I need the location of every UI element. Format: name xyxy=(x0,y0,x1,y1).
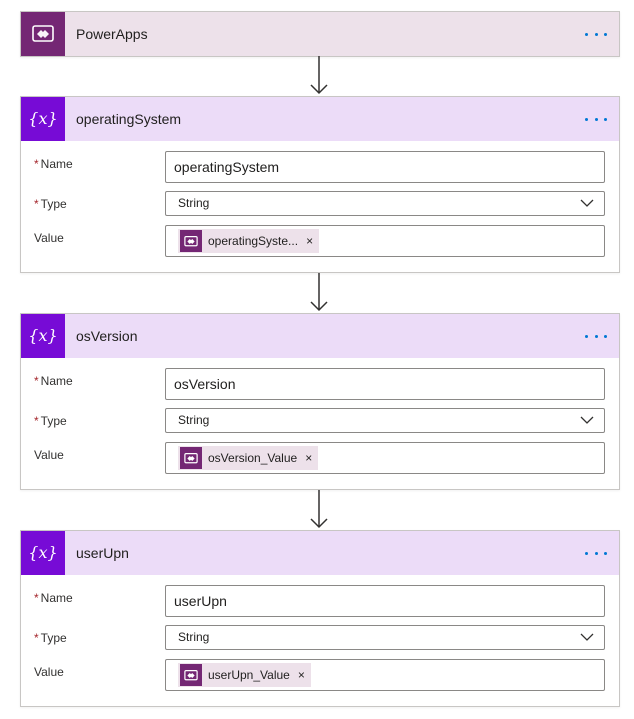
dynamic-content-token[interactable]: operatingSyste... × xyxy=(178,229,320,253)
action-card-body: * Name userUpn * Type String Value userU… xyxy=(21,575,619,706)
name-input[interactable]: osVersion xyxy=(165,368,605,400)
value-label: Value xyxy=(34,665,64,679)
name-label: * Name xyxy=(34,157,73,171)
type-dropdown[interactable]: String xyxy=(165,191,605,216)
chevron-down-icon xyxy=(580,416,594,424)
more-options-icon[interactable] xyxy=(585,543,607,563)
remove-token-icon[interactable]: × xyxy=(305,451,312,465)
more-options-icon[interactable] xyxy=(585,326,607,346)
chevron-down-icon xyxy=(580,633,594,641)
name-input[interactable]: operatingSystem xyxy=(165,151,605,183)
svg-text:{x}: {x} xyxy=(28,326,57,345)
value-input[interactable]: userUpn_Value × xyxy=(165,659,605,691)
more-options-icon[interactable] xyxy=(585,109,607,129)
action-title: osVersion xyxy=(76,328,138,344)
value-input[interactable]: operatingSyste... × xyxy=(165,225,605,257)
type-dropdown[interactable]: String xyxy=(165,625,605,650)
name-label: * Name xyxy=(34,591,73,605)
name-input[interactable]: userUpn xyxy=(165,585,605,617)
trigger-card-powerapps[interactable]: PowerApps xyxy=(20,11,620,57)
remove-token-icon[interactable]: × xyxy=(306,234,313,248)
chevron-down-icon xyxy=(580,199,594,207)
dynamic-content-token[interactable]: userUpn_Value × xyxy=(178,663,311,687)
type-label: * Type xyxy=(34,631,67,645)
value-input[interactable]: osVersion_Value × xyxy=(165,442,605,474)
svg-text:{x}: {x} xyxy=(28,543,57,562)
value-label: Value xyxy=(34,448,64,462)
name-label: * Name xyxy=(34,374,73,388)
powerapps-icon xyxy=(180,230,202,252)
powerapps-icon xyxy=(21,12,65,56)
dynamic-content-token[interactable]: osVersion_Value × xyxy=(178,446,319,470)
flow-canvas: PowerApps {x} operatingSystem * Name oper… xyxy=(0,0,634,719)
remove-token-icon[interactable]: × xyxy=(298,668,305,682)
action-title: userUpn xyxy=(76,545,129,561)
connector-arrow-icon xyxy=(310,490,328,529)
type-selected-value: String xyxy=(178,630,210,644)
action-card-header[interactable]: {x} osVersion xyxy=(21,314,619,358)
powerapps-icon xyxy=(180,664,202,686)
action-card-body: * Name operatingSystem * Type String Value xyxy=(21,141,619,272)
action-card-operating-system[interactable]: {x} operatingSystem * Name operatingSyste… xyxy=(20,96,620,273)
type-selected-value: String xyxy=(178,413,210,427)
type-selected-value: String xyxy=(178,196,210,210)
connector-arrow-icon xyxy=(310,56,328,95)
action-card-header[interactable]: {x} userUpn xyxy=(21,531,619,575)
token-label: osVersion_Value xyxy=(208,451,298,465)
variable-icon: {x} xyxy=(21,314,65,358)
value-label: Value xyxy=(34,231,64,245)
connector-arrow-icon xyxy=(310,273,328,312)
variable-icon: {x} xyxy=(21,531,65,575)
token-label: operatingSyste... xyxy=(208,234,299,248)
variable-icon: {x} xyxy=(21,97,65,141)
action-card-header[interactable]: {x} operatingSystem xyxy=(21,97,619,141)
action-card-os-version[interactable]: {x} osVersion * Name osVersion * Type Stri… xyxy=(20,313,620,490)
action-title: operatingSystem xyxy=(76,111,182,127)
type-label: * Type xyxy=(34,414,67,428)
more-options-icon[interactable] xyxy=(585,24,607,44)
trigger-card-header[interactable]: PowerApps xyxy=(21,12,619,56)
action-card-body: * Name osVersion * Type String Value osV… xyxy=(21,358,619,489)
action-card-user-upn[interactable]: {x} userUpn * Name userUpn * Type String V… xyxy=(20,530,620,707)
token-label: userUpn_Value xyxy=(208,668,290,682)
trigger-title: PowerApps xyxy=(76,26,148,42)
type-dropdown[interactable]: String xyxy=(165,408,605,433)
powerapps-icon xyxy=(180,447,202,469)
svg-text:{x}: {x} xyxy=(28,109,57,128)
type-label: * Type xyxy=(34,197,67,211)
